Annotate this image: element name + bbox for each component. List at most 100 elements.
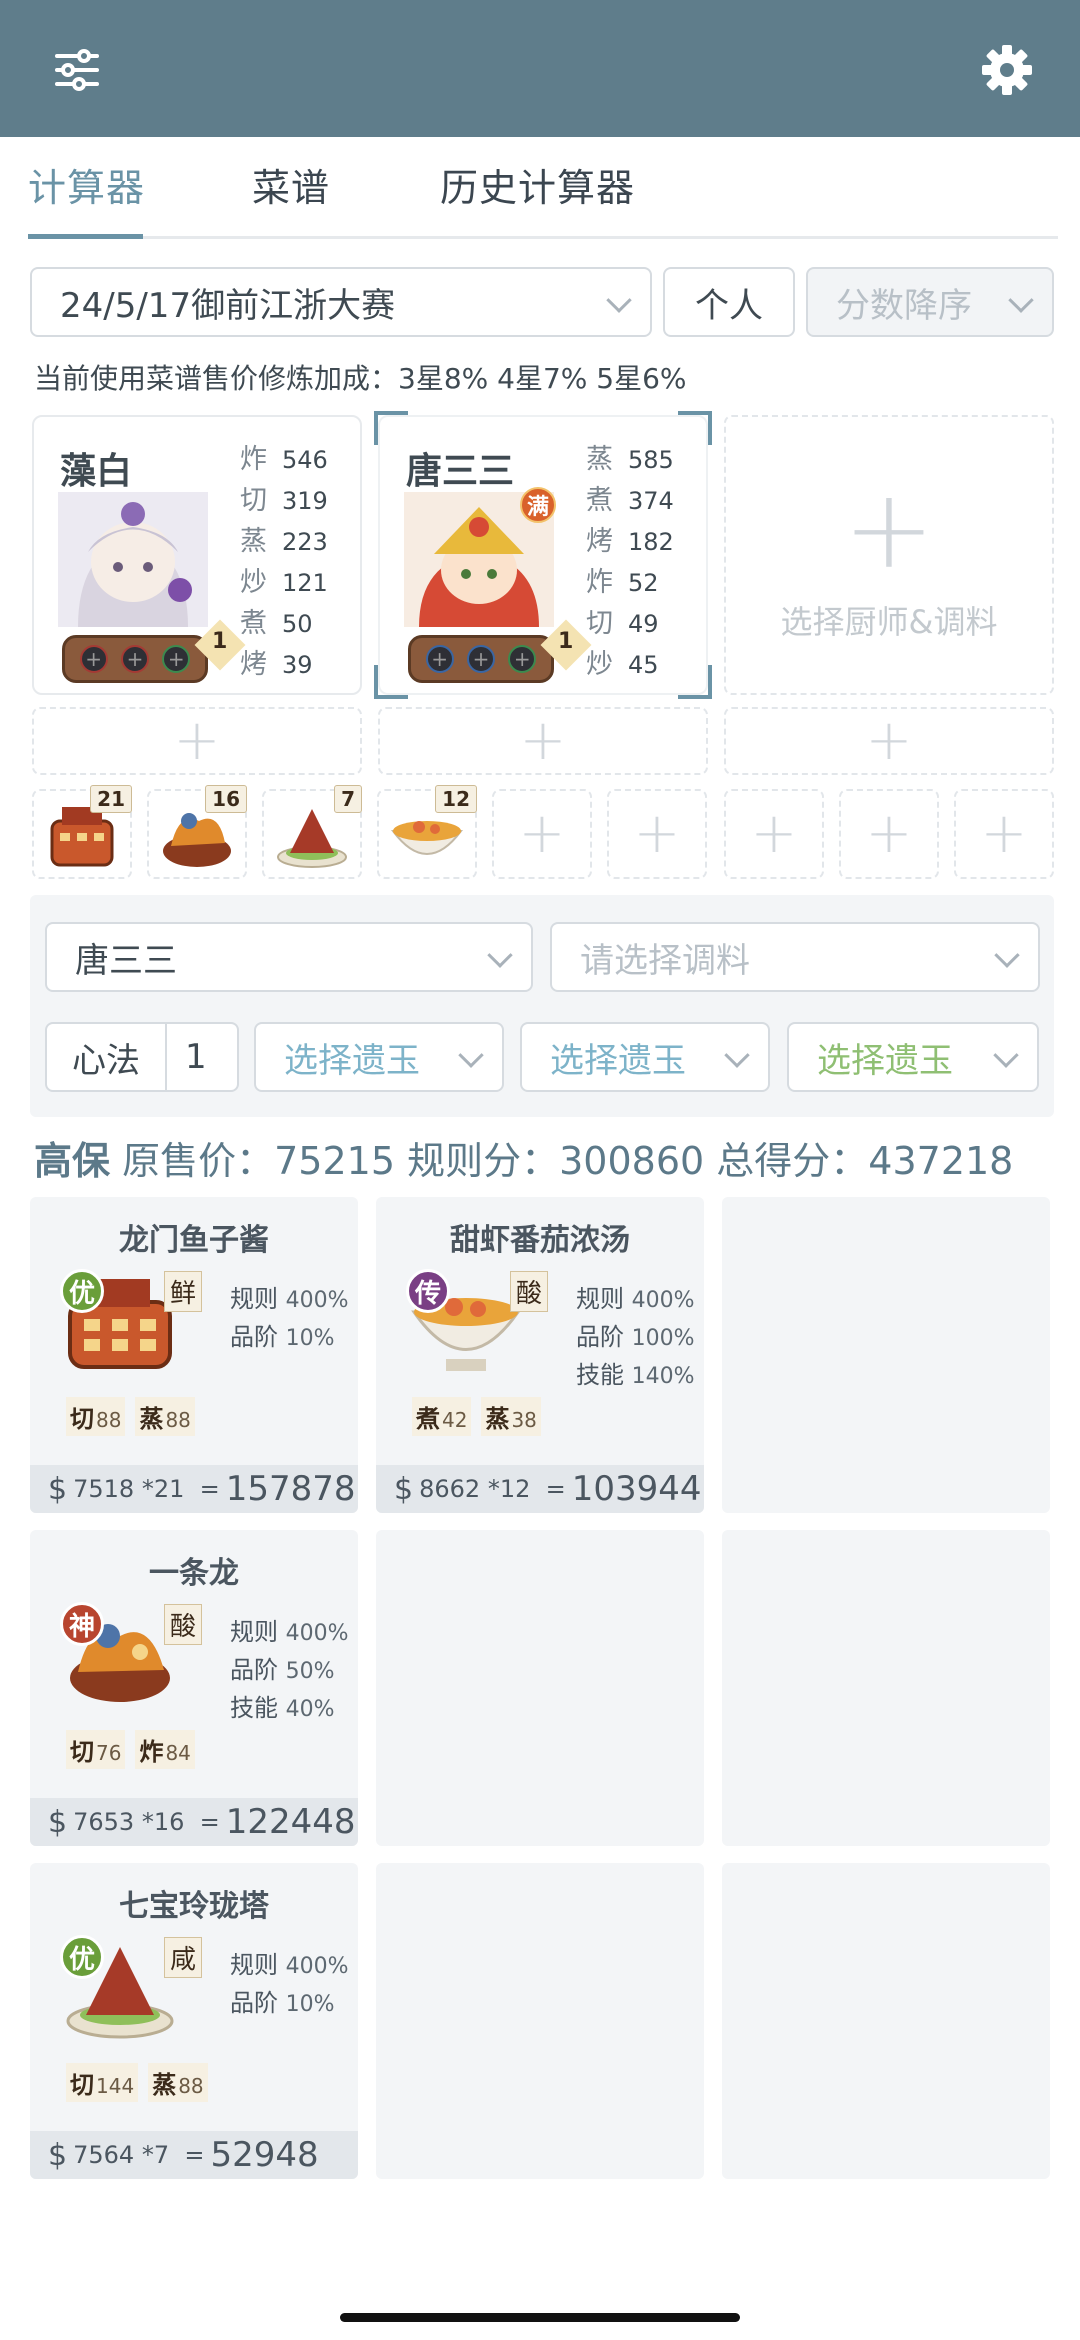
quantity: *16 <box>141 1808 185 1836</box>
equip-slot-red[interactable]: + <box>120 645 149 673</box>
sliders-icon[interactable] <box>37 30 117 110</box>
home-indicator[interactable] <box>340 2313 740 2322</box>
tab-history-calculator[interactable]: 历史计算器 <box>440 157 635 212</box>
recipe-slot-empty[interactable]: + <box>724 789 824 879</box>
sort-select[interactable]: 分数降序 <box>806 267 1054 337</box>
bonus-value: 400% <box>631 1288 695 1313</box>
req-skill: 蒸 <box>485 1405 510 1433</box>
contest-select[interactable]: 24/5/17御前江浙大赛 <box>30 267 652 337</box>
scope-button[interactable]: 个人 <box>663 267 795 337</box>
recipe-slot-empty[interactable]: + <box>607 789 707 879</box>
add-equipment-slot-3[interactable]: + <box>724 707 1054 775</box>
unit-price: 7518 <box>73 1475 135 1503</box>
equip-slot-blue[interactable]: + <box>425 645 454 673</box>
recipe-slot-1[interactable]: 21 <box>32 785 132 879</box>
recipe-card[interactable]: 一条龙 神 酸 规则 400% 品阶 50% 技能 40% 切 76 炸 84 $7… <box>30 1530 358 1846</box>
price-bar: $7518 *21 = 157878 <box>30 1465 358 1513</box>
plus-icon: + <box>518 801 566 866</box>
chef-name: 藻白 <box>60 451 133 492</box>
chevron-down-icon <box>994 942 1020 968</box>
original-price-label: 原售价： <box>122 1139 275 1183</box>
chef-equip-slots[interactable]: + + + <box>62 635 208 683</box>
recipe-slot-empty[interactable]: + <box>492 789 592 879</box>
recipe-card[interactable]: 七宝玲珑塔 优 咸 规则 400% 品阶 10% 切 144 蒸 88 $7564 … <box>30 1863 358 2179</box>
recipe-card[interactable]: 龙门鱼子酱 优 鲜 规则 400% 品阶 10% 切 88 蒸 88 $7518 *… <box>30 1197 358 1513</box>
skill-requirement: 切 88 <box>66 1397 126 1436</box>
jade-select-2[interactable]: 选择遗玉 <box>520 1022 770 1092</box>
plus-icon: + <box>842 465 936 593</box>
price-bar: $8662 *12 = 103944 <box>376 1465 704 1513</box>
recipe-slot-4[interactable]: 12 <box>377 785 477 879</box>
seasoning-placeholder: 请选择调料 <box>580 940 750 981</box>
req-skill: 切 <box>70 1738 94 1766</box>
grade-label: 高保 <box>34 1139 111 1183</box>
chef-skills: 炸 546 切 319 蒸 223 炒 121 煮 50 烤 39 <box>240 437 328 683</box>
quantity: *12 <box>487 1475 531 1503</box>
gear-icon[interactable] <box>967 30 1047 110</box>
currency-symbol: $ <box>48 2137 68 2173</box>
empty-recipe-card[interactable] <box>722 1197 1050 1513</box>
recipe-title: 甜虾番茄浓汤 <box>450 1223 630 1258</box>
bonus-value: 40% <box>285 1697 335 1722</box>
equip-slot-green[interactable]: + <box>162 645 191 673</box>
empty-recipe-card[interactable] <box>376 1863 704 2179</box>
skill-name: 炸 <box>240 444 267 475</box>
bonus-label: 品阶 <box>576 1323 624 1351</box>
jade-select-3[interactable]: 选择遗玉 <box>787 1022 1039 1092</box>
skill-name: 烤 <box>240 649 267 680</box>
req-skill: 煮 <box>416 1405 440 1433</box>
bonus-value: 100% <box>631 1326 695 1351</box>
chef-select[interactable]: 唐三三 <box>45 922 533 992</box>
tab-calculator[interactable]: 计算器 <box>28 157 145 212</box>
empty-recipe-card[interactable] <box>722 1530 1050 1846</box>
equip-slot-red[interactable]: + <box>79 645 108 673</box>
recipe-slot-empty[interactable]: + <box>839 789 939 879</box>
chevron-down-icon <box>1008 287 1034 313</box>
bonus-value: 10% <box>285 1326 335 1351</box>
skill-name: 烤 <box>586 526 613 557</box>
seasoning-select[interactable]: 请选择调料 <box>550 922 1040 992</box>
price-bar: $7564 *7 = 52948 <box>30 2131 358 2179</box>
req-value: 84 <box>165 1741 191 1765</box>
bonus-value: 140% <box>631 1364 695 1389</box>
tab-recipes[interactable]: 菜谱 <box>252 157 330 212</box>
xinfa-stepper[interactable]: 心法 1 <box>45 1022 239 1092</box>
skill-name: 炸 <box>586 567 613 598</box>
bonus-row: 品阶 50% <box>230 1650 349 1688</box>
add-equipment-slot-2[interactable]: + <box>378 707 708 775</box>
recipe-slot-2[interactable]: 16 <box>147 785 247 879</box>
jade-select-1[interactable]: 选择遗玉 <box>254 1022 504 1092</box>
skill-value: 39 <box>282 651 313 679</box>
chef-card-2[interactable]: 唐三三 满 + + + 1 蒸 585 煮 374 烤 182 炸 52 切 49 炒 45 <box>374 411 712 699</box>
skill-name: 切 <box>586 608 613 639</box>
unit-price: 8662 <box>419 1475 481 1503</box>
recipe-card[interactable]: 甜虾番茄浓汤 传 酸 规则 400% 品阶 100% 技能 140% 煮 42 蒸… <box>376 1197 704 1513</box>
add-chef-card[interactable]: + 选择厨师&调料 <box>724 415 1054 695</box>
recipe-slot-empty[interactable]: + <box>954 789 1054 879</box>
unit-price: 7564 <box>73 2141 135 2169</box>
add-equipment-slot-1[interactable]: + <box>32 707 362 775</box>
rule-score-label: 规则分： <box>407 1139 560 1183</box>
bonus-value: 400% <box>285 1954 349 1979</box>
skill-value: 585 <box>628 446 674 474</box>
unit-price: 7653 <box>73 1808 135 1836</box>
recipe-count: 21 <box>90 785 132 813</box>
scope-label: 个人 <box>695 285 763 326</box>
chef-level: 1 <box>558 629 574 654</box>
currency-symbol: $ <box>394 1471 414 1507</box>
req-skill: 蒸 <box>152 2071 177 2099</box>
empty-recipe-card[interactable] <box>376 1530 704 1846</box>
chef-equip-slots[interactable]: + + + <box>408 635 554 683</box>
flavor-tag: 酸 <box>164 1604 203 1645</box>
req-value: 42 <box>442 1408 468 1432</box>
equip-slot-green[interactable]: + <box>508 645 537 673</box>
chef-card-1[interactable]: 藻白 + + + 1 炸 546 切 319 蒸 223 炒 121 煮 50 烤 39 <box>32 415 362 695</box>
req-value: 88 <box>178 2074 204 2098</box>
equip-slot-blue[interactable]: + <box>466 645 495 673</box>
currency-symbol: $ <box>48 1804 68 1840</box>
empty-recipe-card[interactable] <box>722 1863 1050 2179</box>
recipe-slot-3[interactable]: 7 <box>262 785 362 879</box>
sort-select-value: 分数降序 <box>836 285 972 326</box>
selection-corner <box>374 665 408 699</box>
xinfa-value[interactable]: 1 <box>167 1024 237 1090</box>
